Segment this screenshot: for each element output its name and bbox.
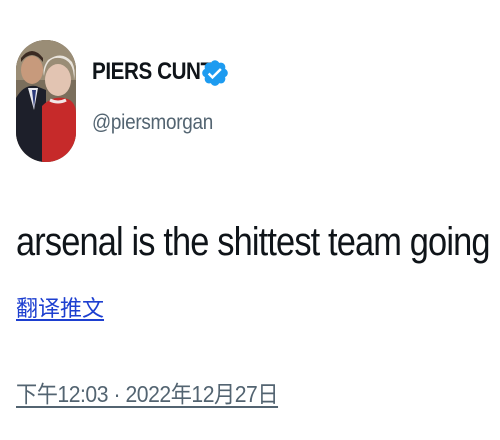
avatar[interactable]	[16, 40, 76, 162]
tweet-text: arsenal is the shittest team going	[16, 220, 491, 264]
translate-tweet-link[interactable]: 翻译推文	[16, 291, 104, 323]
tweet-card: PIERS CUNT @piersmorgan arsenal is the s…	[0, 0, 500, 440]
author-display-name[interactable]: PIERS CUNT	[92, 58, 213, 86]
verified-badge-icon[interactable]	[200, 58, 230, 88]
author-name-row: PIERS CUNT	[92, 56, 232, 88]
author-handle[interactable]: @piersmorgan	[92, 111, 213, 135]
avatar-photo	[16, 40, 76, 162]
tweet-timestamp[interactable]: 下午12:03 · 2022年12月27日	[16, 375, 279, 409]
